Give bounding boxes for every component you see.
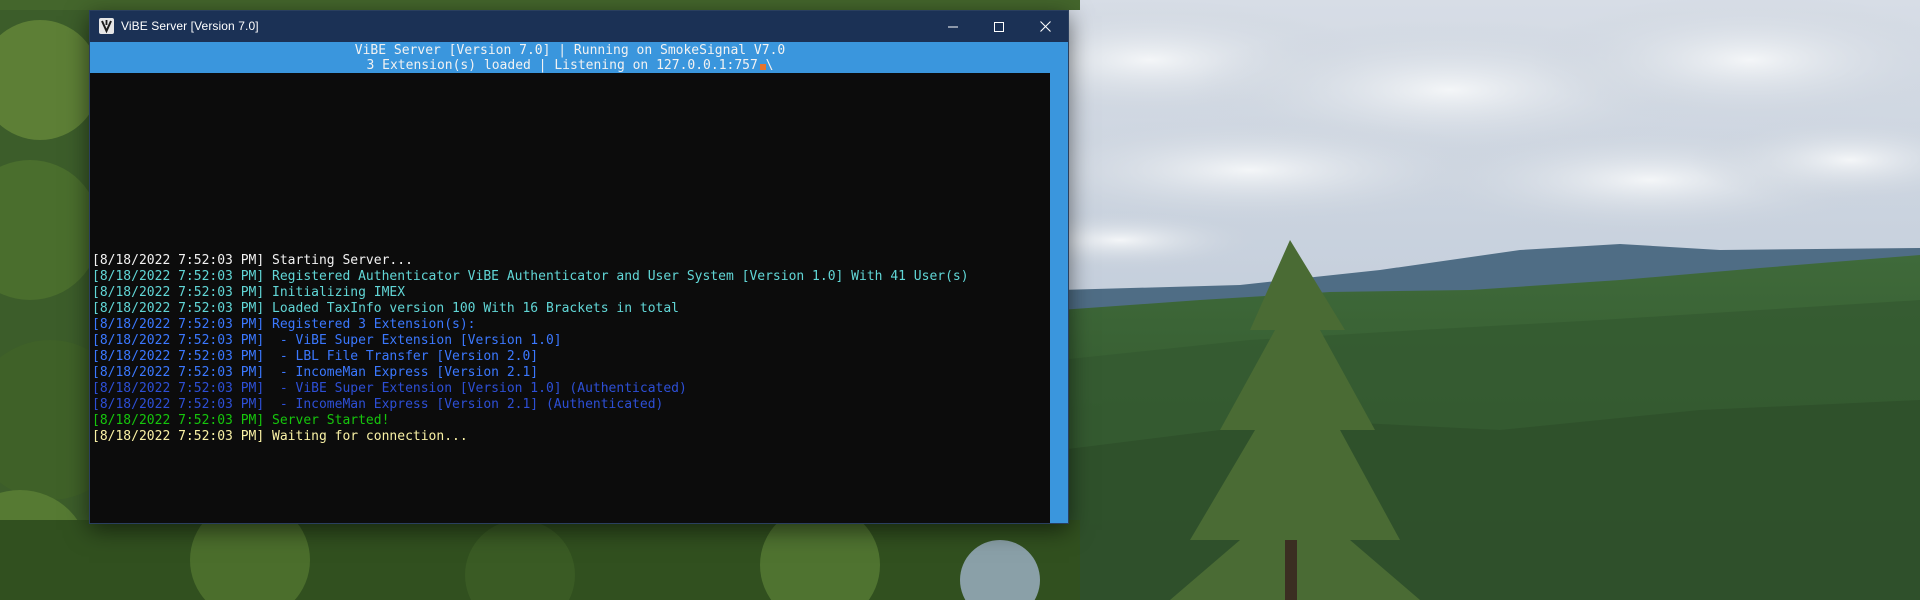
log-line: [8/18/2022 7:52:03 PM] Registered Authen… — [92, 269, 969, 284]
console-log: [8/18/2022 7:52:03 PM] Starting Server..… — [92, 253, 969, 445]
close-button[interactable] — [1022, 11, 1068, 42]
console-window: ViBE Server [Version 7.0] ViBE Server [V… — [89, 10, 1069, 524]
maximize-button[interactable] — [976, 11, 1022, 42]
log-line: [8/18/2022 7:52:03 PM] Loaded TaxInfo ve… — [92, 301, 679, 316]
title-bar[interactable]: ViBE Server [Version 7.0] — [90, 11, 1068, 42]
close-icon — [1039, 21, 1051, 32]
minimize-icon — [948, 26, 958, 27]
vertical-scrollbar[interactable] — [1050, 73, 1068, 523]
log-line: [8/18/2022 7:52:03 PM] Server Started! — [92, 413, 390, 428]
cursor-icon — [760, 64, 766, 70]
window-title: ViBE Server [Version 7.0] — [121, 19, 259, 33]
vibe-app-icon — [99, 18, 114, 34]
maximize-icon — [994, 21, 1004, 32]
log-line: [8/18/2022 7:52:03 PM] Starting Server..… — [92, 253, 413, 268]
log-line: [8/18/2022 7:52:03 PM] - IncomeMan Expre… — [92, 397, 664, 412]
minimize-button[interactable] — [930, 11, 976, 42]
log-line: [8/18/2022 7:52:03 PM] - ViBE Super Exte… — [92, 381, 687, 396]
log-line: [8/18/2022 7:52:03 PM] - LBL File Transf… — [92, 349, 539, 364]
header-status-line: ViBE Server [Version 7.0] | Running on S… — [354, 43, 786, 58]
log-line: [8/18/2022 7:52:03 PM] Registered 3 Exte… — [92, 317, 476, 332]
header-extensions-line: 3 Extension(s) loaded | Listening on 127… — [366, 58, 774, 73]
log-line: [8/18/2022 7:52:03 PM] - ViBE Super Exte… — [92, 333, 562, 348]
log-line: [8/18/2022 7:52:03 PM] Initializing IMEX — [92, 285, 406, 300]
log-line: [8/18/2022 7:52:03 PM] - IncomeMan Expre… — [92, 365, 539, 380]
status-header: ViBE Server [Version 7.0] | Running on S… — [90, 42, 1068, 73]
log-line: [8/18/2022 7:52:03 PM] Waiting for conne… — [92, 429, 468, 444]
